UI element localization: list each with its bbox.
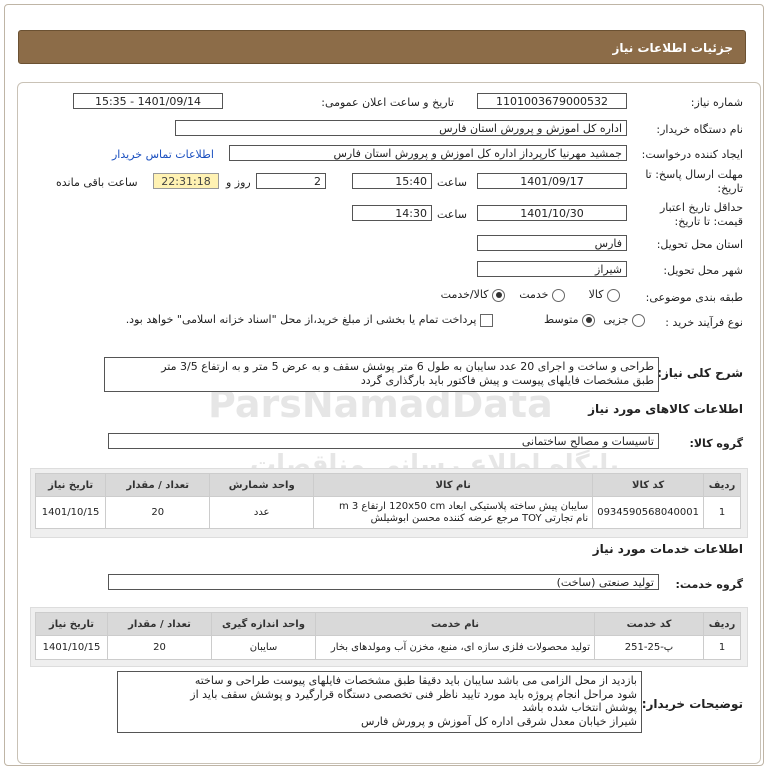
services-table-header: ردیف کد خدمت نام خدمت واحد اندازه گیری ت… bbox=[35, 612, 741, 636]
cell-qty: 20 bbox=[107, 635, 212, 660]
notes-line-3: پوشش انتخاب شده باشد bbox=[522, 701, 637, 714]
validity-date-field[interactable]: 1401/10/30 bbox=[477, 205, 627, 221]
cell-name-line-1: سایبان پیش ساخته پلاستیکی ابعاد 120x50 c… bbox=[338, 500, 589, 512]
col-date: تاریخ نیاز bbox=[35, 612, 108, 636]
page-header: جزئیات اطلاعات نیاز bbox=[18, 30, 746, 64]
cell-name: تولید محصولات فلزی سازه ای، منبع، مخزن آ… bbox=[315, 635, 595, 660]
validity-label-2: قیمت: تا تاریخ: bbox=[674, 215, 743, 228]
deadline-time-field[interactable]: 15:40 bbox=[352, 173, 432, 189]
col-date: تاریخ نیاز bbox=[34, 473, 107, 497]
goods-table: ردیف کد کالا نام کالا واحد شمارش تعداد /… bbox=[34, 473, 741, 529]
deadline-date-field[interactable]: 1401/09/17 bbox=[477, 173, 627, 189]
city-field[interactable]: شیراز bbox=[477, 261, 627, 277]
contact-buyer-link[interactable]: اطلاعات تماس خریدار bbox=[112, 148, 214, 161]
validity-time-field[interactable]: 14:30 bbox=[352, 205, 432, 221]
cell-name-line-2: نام تجارتی TOY مرجع عرضه کننده محسن ابوش… bbox=[370, 512, 589, 524]
cell-unit: عدد bbox=[209, 496, 315, 529]
category-option-service[interactable]: خدمت bbox=[519, 288, 565, 302]
cell-code: پ-25-251 bbox=[594, 635, 704, 660]
col-qty: تعداد / مقدار bbox=[107, 612, 212, 636]
buyer-org-label: نام دستگاه خریدار: bbox=[656, 123, 743, 136]
goods-table-header: ردیف کد کالا نام کالا واحد شمارش تعداد /… bbox=[34, 473, 741, 497]
need-number-field[interactable]: 1101003679000532 bbox=[477, 93, 627, 109]
notes-line-4: شیراز خیابان معدل شرقی اداره کل آموزش و … bbox=[361, 714, 637, 728]
radio-icon[interactable] bbox=[632, 313, 645, 327]
cell-row: 1 bbox=[703, 496, 741, 529]
radio-icon[interactable] bbox=[607, 288, 620, 302]
checkbox-icon[interactable] bbox=[480, 313, 493, 327]
remaining-label: ساعت باقی مانده bbox=[56, 176, 138, 189]
payment-note[interactable]: پرداخت تمام یا بخشی از مبلغ خرید،از محل … bbox=[126, 313, 493, 327]
buyer-org-field[interactable]: اداره کل اموزش و پرورش استان فارس bbox=[175, 120, 627, 136]
validity-time-label: ساعت bbox=[437, 208, 467, 221]
col-row: ردیف bbox=[703, 473, 741, 497]
category-option-goods-service[interactable]: کالا/خدمت bbox=[441, 288, 505, 302]
services-table: ردیف کد خدمت نام خدمت واحد اندازه گیری ت… bbox=[35, 612, 741, 660]
radio-selected-icon[interactable] bbox=[582, 313, 595, 327]
notes-box: بازدید از محل الزامی می باشد سایبان باید… bbox=[117, 671, 642, 733]
col-qty: تعداد / مقدار bbox=[105, 473, 211, 497]
notes-line-1: بازدید از محل الزامی می باشد سایبان باید… bbox=[194, 674, 637, 687]
goods-group-field[interactable]: تاسیسات و مصالح ساختمانی bbox=[108, 433, 659, 449]
col-unit: واحد اندازه گیری bbox=[211, 612, 316, 636]
need-number-label: شماره نیاز: bbox=[690, 96, 743, 109]
table-row[interactable]: 1 پ-25-251 تولید محصولات فلزی سازه ای، م… bbox=[35, 635, 741, 660]
cell-date: 1401/10/15 bbox=[34, 496, 107, 529]
summary-line-2: طبق مشخصات فایلهای پیوست و پیش فاکتور با… bbox=[360, 374, 654, 387]
remaining-time-field: 22:31:18 bbox=[153, 173, 219, 189]
col-row: ردیف bbox=[703, 612, 741, 636]
col-name: نام کالا bbox=[313, 473, 594, 497]
announce-label: تاریخ و ساعت اعلان عمومی: bbox=[321, 96, 454, 109]
summary-line-1: طراحی و ساخت و اجرای 20 عدد سایبان به طو… bbox=[161, 360, 654, 373]
summary-label: شرح کلی نیاز: bbox=[657, 366, 743, 380]
process-label: نوع فرآیند خرید : bbox=[665, 316, 743, 329]
notes-line-2: شود مراحل انجام پروژه باید مورد تایید نا… bbox=[190, 687, 637, 701]
cell-row: 1 bbox=[703, 635, 741, 660]
validity-label: حداقل تاریخ اعتبار bbox=[659, 201, 743, 214]
province-field[interactable]: فارس bbox=[477, 235, 627, 251]
creator-field[interactable]: جمشید مهرنیا کارپرداز اداره کل اموزش و پ… bbox=[229, 145, 627, 161]
category-option-goods[interactable]: کالا bbox=[589, 288, 620, 302]
cell-name: سایبان پیش ساخته پلاستیکی ابعاد 120x50 c… bbox=[313, 496, 594, 529]
table-row[interactable]: 1 0934590568040001 سایبان پیش ساخته پلاس… bbox=[34, 496, 741, 529]
province-label: استان محل تحویل: bbox=[656, 238, 743, 251]
deadline-label: مهلت ارسال پاسخ: تا bbox=[645, 168, 743, 181]
notes-label: توضیحات خریدار: bbox=[641, 697, 743, 711]
deadline-time-label: ساعت bbox=[437, 176, 467, 189]
col-name: نام خدمت bbox=[315, 612, 595, 636]
days-label: روز و bbox=[226, 176, 251, 189]
services-group-field[interactable]: تولید صنعتی (ساخت) bbox=[108, 574, 659, 590]
announce-field[interactable]: 1401/09/14 - 15:35 bbox=[73, 93, 223, 109]
city-label: شهر محل تحویل: bbox=[663, 264, 743, 277]
goods-group-label: گروه کالا: bbox=[689, 437, 743, 450]
col-code: کد کالا bbox=[592, 473, 704, 497]
radio-selected-icon[interactable] bbox=[492, 288, 505, 302]
summary-box: طراحی و ساخت و اجرای 20 عدد سایبان به طو… bbox=[104, 357, 659, 392]
cell-unit: سایبان bbox=[211, 635, 316, 660]
radio-icon[interactable] bbox=[552, 288, 565, 302]
cell-date: 1401/10/15 bbox=[35, 635, 108, 660]
col-unit: واحد شمارش bbox=[209, 473, 315, 497]
goods-section-title: اطلاعات کالاهای مورد نیاز bbox=[588, 402, 743, 416]
deadline-label-2: تاریخ: bbox=[717, 182, 743, 195]
services-section-title: اطلاعات خدمات مورد نیاز bbox=[592, 542, 743, 556]
page-title: جزئیات اطلاعات نیاز bbox=[612, 41, 733, 55]
services-group-label: گروه خدمت: bbox=[675, 578, 743, 591]
process-option-minor[interactable]: جزیی bbox=[603, 313, 645, 327]
cell-qty: 20 bbox=[105, 496, 211, 529]
days-field[interactable]: 2 bbox=[256, 173, 326, 189]
creator-label: ایجاد کننده درخواست: bbox=[641, 148, 743, 161]
cell-code: 0934590568040001 bbox=[592, 496, 704, 529]
category-label: طبقه بندی موضوعی: bbox=[645, 291, 743, 304]
col-code: کد خدمت bbox=[594, 612, 704, 636]
process-option-medium[interactable]: متوسط bbox=[544, 313, 595, 327]
